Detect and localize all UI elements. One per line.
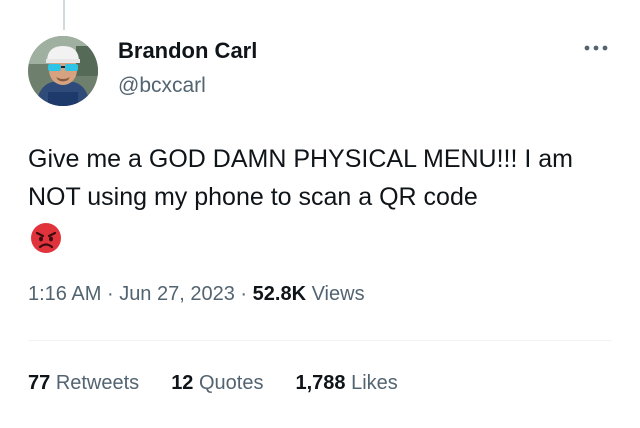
- angry-face-icon: [31, 223, 61, 253]
- retweets-label: Retweets: [55, 372, 140, 394]
- author-display-name[interactable]: Brandon Carl: [118, 38, 257, 64]
- tweet-date[interactable]: Jun 27, 2023: [119, 283, 235, 305]
- quotes-label: Quotes: [199, 372, 264, 394]
- tweet-text: Give me a GOD DAMN PHYSICAL MENU!!! I am…: [28, 145, 574, 211]
- views-label: Views: [311, 283, 365, 305]
- likes-stat[interactable]: 1,788 Likes: [295, 372, 397, 395]
- author-handle[interactable]: @bcxcarl: [118, 74, 206, 98]
- engagement-stats: 77 Retweets 12 Quotes 1,788 Likes: [28, 372, 398, 395]
- retweets-count: 77: [28, 372, 51, 394]
- thread-connector-line: [63, 0, 65, 30]
- more-options-button[interactable]: [576, 36, 616, 60]
- avatar[interactable]: [28, 36, 98, 106]
- meta-separator: ·: [106, 283, 114, 305]
- meta-separator: ·: [240, 283, 248, 305]
- quotes-stat[interactable]: 12 Quotes: [171, 372, 263, 395]
- likes-count: 1,788: [295, 372, 346, 394]
- quotes-count: 12: [171, 372, 194, 394]
- retweets-stat[interactable]: 77 Retweets: [28, 372, 139, 395]
- tweet-metadata: 1:16 AM · Jun 27, 2023 · 52.8K Views: [28, 283, 365, 306]
- divider: [28, 340, 612, 341]
- angry-face-emoji: [30, 222, 62, 254]
- tweet-time[interactable]: 1:16 AM: [28, 283, 101, 305]
- avatar-photo: [28, 36, 98, 106]
- more-horizontal-icon: [584, 45, 608, 51]
- views-count: 52.8K: [252, 283, 307, 305]
- likes-label: Likes: [351, 372, 398, 394]
